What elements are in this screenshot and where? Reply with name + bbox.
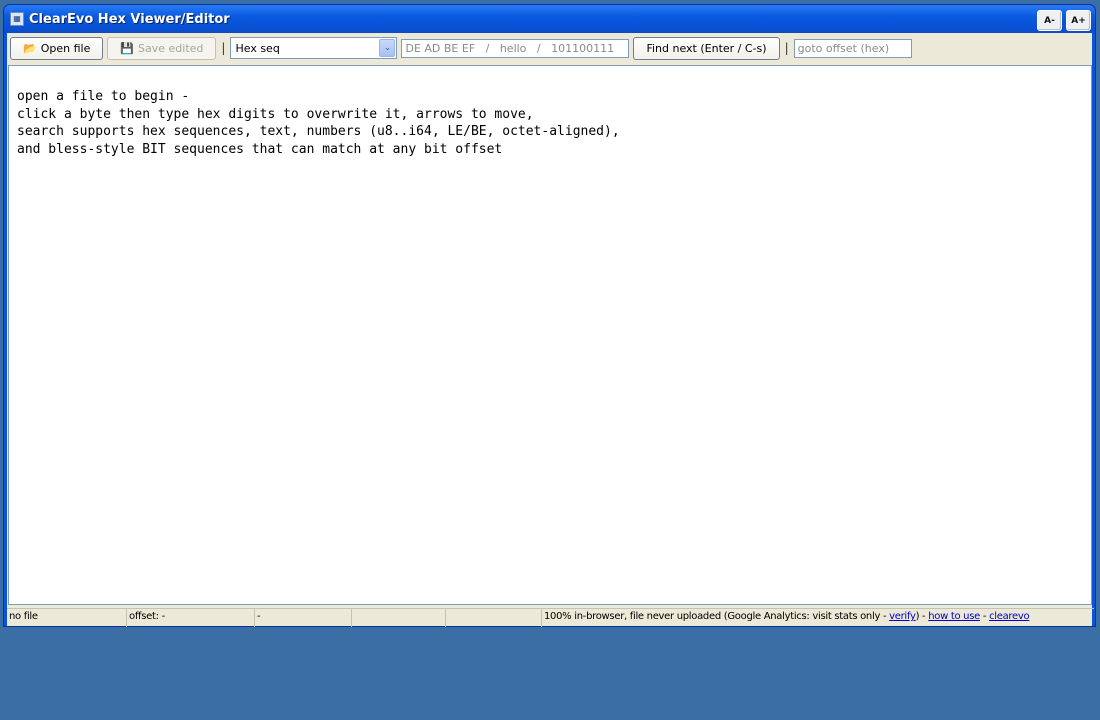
hex-app-icon: ▦ xyxy=(10,12,24,26)
help-line-4: and bless-style BIT sequences that can m… xyxy=(17,141,503,157)
status-empty-2 xyxy=(446,609,542,627)
status-privacy-note: 100% in-browser, file never uploaded (Go… xyxy=(542,609,1094,627)
privacy-note-prefix: 100% in-browser, file never uploaded (Go… xyxy=(544,611,890,622)
chevron-down-icon[interactable]: ⌄ xyxy=(379,39,396,57)
search-mode-select[interactable]: Hex seq ⌄ xyxy=(230,37,398,59)
search-input[interactable] xyxy=(401,38,630,58)
help-line-3: search supports hex sequences, text, num… xyxy=(17,124,620,139)
save-edited-button[interactable]: 💾 Save edited xyxy=(107,36,217,60)
status-empty-1 xyxy=(352,609,446,627)
find-next-button[interactable]: Find next (Enter / C-s) xyxy=(633,36,780,60)
help-line-2: click a byte then type hex digits to ove… xyxy=(17,106,534,122)
open-file-label: Open file xyxy=(40,41,91,55)
font-smaller-button[interactable]: A- xyxy=(1037,10,1062,31)
hex-view-area[interactable]: open a file to begin - click a byte then … xyxy=(8,65,1092,605)
verify-link[interactable]: verify xyxy=(889,611,916,622)
toolbar: 📂 Open file 💾 Save edited | Hex seq ⌄ Fi… xyxy=(7,33,1092,63)
status-value: - xyxy=(255,609,352,627)
app-window: ▦ ClearEvo Hex Viewer/Editor A- A+ 📂 Ope… xyxy=(3,4,1096,627)
how-to-use-link[interactable]: how to use xyxy=(928,611,980,622)
window-title: ClearEvo Hex Viewer/Editor xyxy=(29,11,230,27)
toolbar-separator: | xyxy=(221,41,226,55)
folder-icon: 📂 xyxy=(23,41,37,55)
help-line-1: open a file to begin - xyxy=(17,89,190,104)
privacy-note-mid: ) - xyxy=(915,611,929,622)
privacy-note-dash: - xyxy=(979,611,990,622)
font-larger-button[interactable]: A+ xyxy=(1066,10,1091,31)
floppy-disk-icon: 💾 xyxy=(120,41,135,55)
status-file: no file xyxy=(7,609,127,627)
clearevo-link[interactable]: clearevo xyxy=(989,611,1030,622)
client-area: 📂 Open file 💾 Save edited | Hex seq ⌄ Fi… xyxy=(7,33,1094,627)
search-mode-value: Hex seq xyxy=(235,41,280,55)
open-file-button[interactable]: 📂 Open file xyxy=(10,36,104,60)
toolbar-separator-2: | xyxy=(784,41,789,55)
status-bar: no file offset: - - 100% in-browser, fil… xyxy=(7,608,1094,627)
save-edited-label: Save edited xyxy=(138,41,204,55)
status-offset: offset: - xyxy=(127,609,255,627)
title-bar: ▦ ClearEvo Hex Viewer/Editor A- A+ xyxy=(4,5,1095,33)
goto-offset-input[interactable] xyxy=(793,38,912,58)
font-size-controls: A- A+ xyxy=(1037,10,1091,31)
